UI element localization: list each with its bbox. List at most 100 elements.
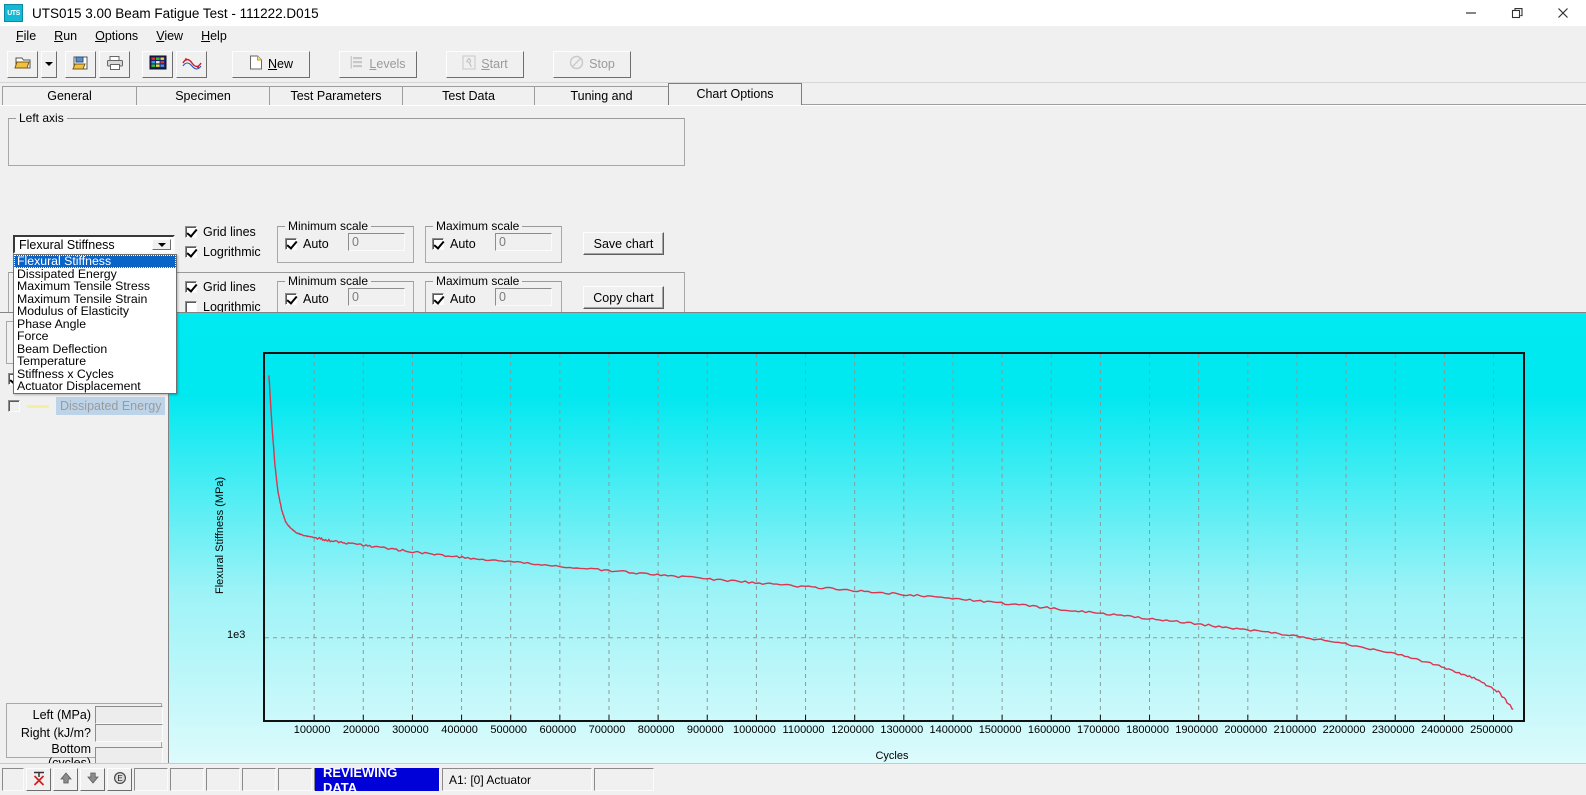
application-window: UTS UTS015 3.00 Beam Fatigue Test - 1112… bbox=[0, 0, 1586, 795]
minimum-scale-title-1: Minimum scale bbox=[285, 219, 371, 233]
grid-lines-checkbox-2[interactable] bbox=[185, 281, 197, 293]
window-title: UTS015 3.00 Beam Fatigue Test - 111222.D… bbox=[32, 6, 319, 21]
logarithmic-checkbox-row-1[interactable]: Logrithmic bbox=[185, 245, 261, 259]
readout-left: Left (MPa) bbox=[7, 706, 163, 724]
minimum-auto-checkbox-2[interactable] bbox=[285, 293, 297, 305]
dropdown-option-flexural-stiffness[interactable]: Flexural Stiffness bbox=[14, 255, 176, 268]
menu-view[interactable]: View bbox=[148, 27, 193, 45]
minimum-auto-row-1[interactable]: Auto bbox=[285, 237, 329, 251]
minimum-scale-input-2[interactable]: 0 bbox=[348, 288, 405, 306]
close-button[interactable] bbox=[1540, 0, 1586, 26]
grid-lines-checkbox-row-2[interactable]: Grid lines bbox=[185, 280, 256, 294]
printer-icon bbox=[106, 55, 124, 74]
chevron-down-icon bbox=[45, 62, 53, 66]
waveform-icon bbox=[182, 55, 202, 74]
svg-text:E: E bbox=[117, 774, 122, 783]
maximum-auto-checkbox-2[interactable] bbox=[432, 293, 444, 305]
legend-item-dissipated-energy[interactable]: Dissipated Energy bbox=[8, 397, 165, 415]
readout-right-label: Right (kJ/m? bbox=[7, 726, 95, 740]
logarithmic-label-1: Logrithmic bbox=[203, 245, 261, 259]
toolbar: New Levels Start bbox=[0, 46, 1586, 83]
legend-color-swatch-dissipated-energy bbox=[27, 405, 49, 408]
app-icon: UTS bbox=[4, 4, 23, 22]
save-button[interactable] bbox=[65, 51, 96, 78]
restore-button[interactable] bbox=[1494, 0, 1540, 26]
event-button[interactable]: E bbox=[107, 768, 132, 791]
chart-y-tick-label: 1e3 bbox=[227, 629, 245, 641]
print-button[interactable] bbox=[99, 51, 130, 78]
new-button[interactable]: New bbox=[232, 51, 310, 78]
menu-run[interactable]: Run bbox=[46, 27, 87, 45]
arrow-up-icon bbox=[59, 771, 73, 788]
status-cell-spacer-4 bbox=[206, 768, 240, 791]
grid-lines-checkbox-row-1[interactable]: Grid lines bbox=[185, 225, 256, 239]
menu-options[interactable]: Options bbox=[87, 27, 148, 45]
data-grid-button[interactable] bbox=[142, 51, 173, 78]
minimize-button[interactable] bbox=[1448, 0, 1494, 26]
tab-test-data[interactable]: Test Data bbox=[402, 86, 535, 105]
tab-tuning-and-waveshapes[interactable]: Tuning and Waveshapes bbox=[534, 86, 669, 105]
stop-button-label: Stop bbox=[589, 57, 615, 71]
window-controls bbox=[1448, 0, 1586, 26]
stop-button[interactable]: Stop bbox=[553, 51, 631, 78]
chart-x-axis-label: Cycles bbox=[263, 750, 1521, 762]
waveform-button[interactable] bbox=[176, 51, 207, 78]
dropdown-option-force[interactable]: Force bbox=[14, 330, 176, 343]
start-button[interactable]: Start bbox=[446, 51, 524, 78]
maximum-scale-input-2[interactable]: 0 bbox=[495, 288, 552, 306]
dropdown-option-actuator-displacement[interactable]: Actuator Displacement bbox=[14, 380, 176, 393]
maximum-auto-label-2: Auto bbox=[450, 292, 476, 306]
chart-plot-box[interactable] bbox=[263, 352, 1525, 722]
minimum-auto-checkbox-1[interactable] bbox=[285, 238, 297, 250]
maximum-scale-title-2: Maximum scale bbox=[433, 274, 522, 288]
tab-specimen[interactable]: Specimen bbox=[136, 86, 270, 105]
chevron-down-icon[interactable] bbox=[152, 239, 171, 250]
maximum-scale-input-1[interactable]: 0 bbox=[495, 233, 552, 251]
left-axis-select-value: Flexural Stiffness bbox=[19, 238, 115, 252]
readout-left-label: Left (MPa) bbox=[7, 708, 95, 722]
abort-button[interactable] bbox=[26, 768, 51, 791]
grid-lines-checkbox-1[interactable] bbox=[185, 226, 197, 238]
start-run-icon bbox=[462, 55, 476, 73]
copy-chart-button[interactable]: Copy chart bbox=[583, 286, 664, 309]
maximum-auto-row-1[interactable]: Auto bbox=[432, 237, 476, 251]
dropdown-option-maximum-tensile-stress[interactable]: Maximum Tensile Stress bbox=[14, 280, 176, 293]
save-chart-button[interactable]: Save chart bbox=[583, 232, 664, 255]
logarithmic-checkbox-1[interactable] bbox=[185, 246, 197, 258]
minimum-scale-input-1[interactable]: 0 bbox=[348, 233, 405, 251]
dropdown-option-modulus-of-elasticity[interactable]: Modulus of Elasticity bbox=[14, 305, 176, 318]
dropdown-option-temperature[interactable]: Temperature bbox=[14, 355, 176, 368]
status-cell-spacer-6 bbox=[278, 768, 312, 791]
tab-strip-filler bbox=[801, 86, 1586, 105]
chart-area[interactable]: Flexural Stiffness (MPa) 1e3 10000020000… bbox=[168, 312, 1586, 764]
grid-table-icon bbox=[149, 55, 167, 73]
e-circle-icon: E bbox=[113, 771, 127, 788]
legend-checkbox-dissipated-energy[interactable] bbox=[8, 400, 20, 412]
new-document-icon bbox=[249, 55, 263, 73]
left-axis-dropdown-list[interactable]: Flexural Stiffness Dissipated Energy Max… bbox=[13, 254, 177, 394]
left-axis-group: Left axis bbox=[8, 118, 685, 166]
minimum-scale-title-2: Minimum scale bbox=[285, 274, 371, 288]
open-dropdown-button[interactable] bbox=[41, 51, 57, 78]
menu-bar: File Run Options View Help bbox=[0, 26, 1586, 46]
status-cell-spacer-5 bbox=[242, 768, 276, 791]
left-axis-select[interactable]: Flexural Stiffness bbox=[13, 235, 175, 254]
status-badge: REVIEWING DATA bbox=[315, 768, 439, 791]
tab-test-parameters[interactable]: Test Parameters bbox=[269, 86, 403, 105]
grid-lines-label-1: Grid lines bbox=[203, 225, 256, 239]
maximum-auto-row-2[interactable]: Auto bbox=[432, 292, 476, 306]
menu-file[interactable]: File bbox=[8, 27, 46, 45]
maximum-auto-checkbox-1[interactable] bbox=[432, 238, 444, 250]
tab-general[interactable]: General bbox=[2, 86, 137, 105]
tab-chart-options[interactable]: Chart Options bbox=[668, 83, 802, 105]
move-up-button[interactable] bbox=[53, 768, 78, 791]
chart-x-tick-label: 2500000 bbox=[1452, 724, 1532, 736]
minimum-auto-row-2[interactable]: Auto bbox=[285, 292, 329, 306]
menu-help[interactable]: Help bbox=[193, 27, 237, 45]
save-disk-icon bbox=[72, 55, 90, 74]
readout-left-value bbox=[95, 706, 163, 724]
levels-icon bbox=[350, 55, 364, 73]
levels-button[interactable]: Levels bbox=[339, 51, 417, 78]
move-down-button[interactable] bbox=[80, 768, 105, 791]
open-button[interactable] bbox=[7, 51, 38, 78]
